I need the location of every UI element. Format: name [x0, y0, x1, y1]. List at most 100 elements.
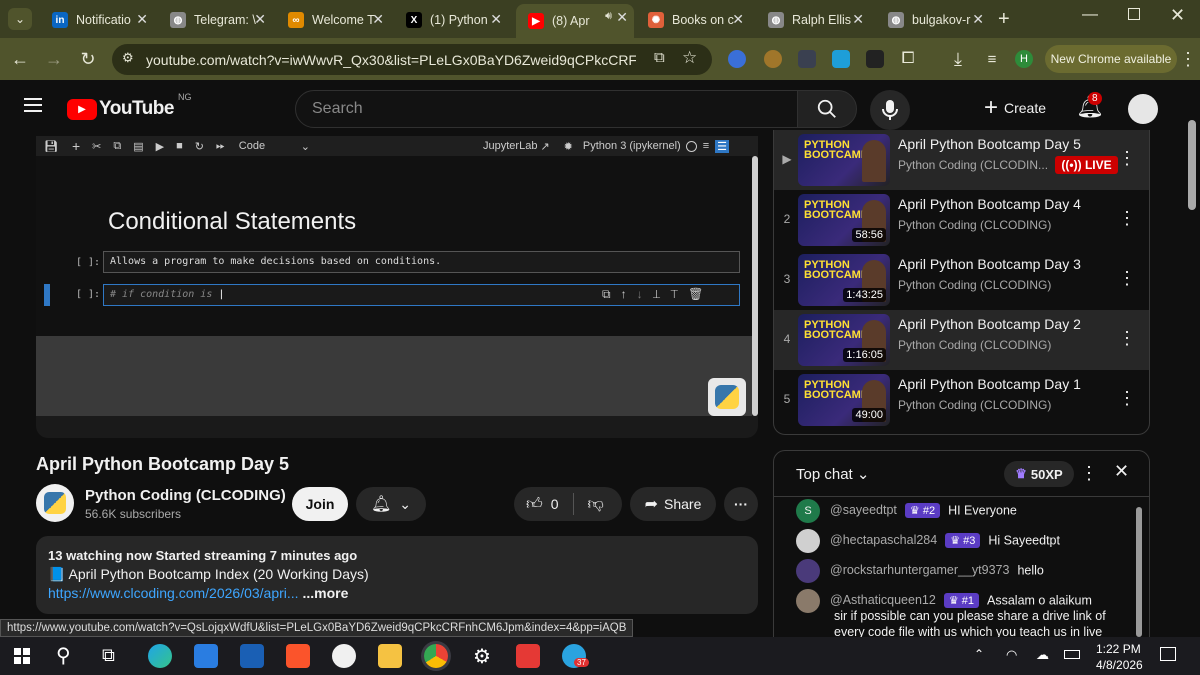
url-text[interactable]: youtube.com/watch?v=iwWwvR_Qx30&list=PLe… — [146, 52, 636, 68]
property-inspector-icon[interactable]: ☰ — [715, 139, 730, 153]
menu-dots-icon[interactable]: ⋮ — [1176, 47, 1200, 71]
windows-start-icon[interactable] — [14, 648, 30, 664]
extension-icon[interactable] — [866, 50, 884, 68]
browser-tab[interactable]: ◍ Telegram: \ ✕ — [158, 6, 272, 34]
video-thumbnail[interactable]: PYTHON BOOTCAMP 1:16:05 — [798, 314, 890, 366]
cell-type-select[interactable]: Code — [239, 140, 299, 152]
item-menu-icon[interactable]: ⋮ — [1118, 328, 1136, 349]
voice-search-button[interactable] — [870, 90, 910, 130]
description-box[interactable]: 13 watching now Started streaming 7 minu… — [36, 536, 758, 614]
playlist-item[interactable]: ▶ PYTHON BOOTCAMP April Python Bootcamp Day… — [774, 130, 1149, 190]
extension-icon[interactable] — [798, 50, 816, 68]
chrome-update-button[interactable]: New Chrome available — [1045, 45, 1177, 73]
chat-avatar[interactable] — [796, 559, 820, 583]
item-menu-icon[interactable]: ⋮ — [1118, 268, 1136, 289]
forward-icon[interactable]: → — [42, 47, 66, 71]
file-explorer-icon[interactable] — [378, 644, 402, 668]
youtube-logo[interactable]: ▶ YouTube NG — [67, 92, 191, 120]
restart-icon[interactable]: ↻ — [195, 140, 204, 153]
search-button[interactable] — [797, 90, 857, 128]
cut-icon[interactable]: ✂ — [92, 140, 101, 153]
paste-icon[interactable]: ▤ — [133, 140, 143, 153]
site-info-icon[interactable]: ⚙ — [122, 50, 134, 66]
video-thumbnail[interactable]: PYTHON BOOTCAMP 1:43:25 — [798, 254, 890, 306]
playlist-item[interactable]: 5 PYTHON BOOTCAMP 49:00 April Python Bootcam… — [774, 370, 1149, 430]
chrome-icon[interactable] — [424, 644, 448, 668]
jupyterlab-link[interactable]: JupyterLab — [483, 140, 537, 152]
search-icon[interactable]: ⚲ — [56, 643, 71, 668]
video-thumbnail[interactable]: PYTHON BOOTCAMP 49:00 — [798, 374, 890, 426]
kernel-name[interactable]: Python 3 (ipykernel) — [583, 140, 681, 152]
chat-avatar[interactable] — [796, 589, 820, 613]
edge-icon[interactable] — [148, 644, 172, 668]
item-menu-icon[interactable]: ⋮ — [1118, 388, 1136, 409]
save-icon[interactable]: 💾︎ — [44, 140, 58, 153]
chat-mode-select[interactable]: Top chat ⌄ — [796, 465, 869, 483]
markdown-cell[interactable]: Allows a program to make decisions based… — [103, 251, 740, 273]
item-menu-icon[interactable]: ⋮ — [1118, 208, 1136, 229]
app-icon[interactable] — [332, 644, 356, 668]
join-button[interactable]: Join — [292, 487, 348, 521]
player-scrollbar[interactable] — [752, 156, 758, 416]
share-button[interactable]: ➦ Share — [630, 487, 716, 521]
chat-scrollbar[interactable] — [1136, 507, 1142, 637]
chat-message[interactable]: S @sayeedtpt ♛ #2 HI Everyone — [796, 499, 1017, 523]
bookmark-star-icon[interactable]: ☆ — [682, 48, 697, 68]
minimize-button[interactable]: — — [1082, 6, 1098, 24]
chat-message[interactable]: @rockstarhuntergamer__yt9373 hello — [796, 559, 1044, 583]
back-icon[interactable]: ← — [8, 47, 32, 71]
video-thumbnail[interactable]: PYTHON BOOTCAMP 58:56 — [798, 194, 890, 246]
speaker-icon[interactable]: 🔊︎ — [605, 10, 612, 23]
extension-icon[interactable] — [764, 50, 782, 68]
account-avatar[interactable] — [1128, 94, 1158, 124]
like-button[interactable]: 👍︎ 0 — [526, 495, 559, 514]
hamburger-menu-icon[interactable] — [24, 98, 42, 112]
dislike-button[interactable]: 👎︎ — [588, 495, 604, 514]
browser-tab[interactable]: ◍ Ralph Ellis ✕ — [756, 6, 870, 34]
bug-icon[interactable]: ✹ — [564, 140, 573, 153]
copy-icon[interactable]: ⧉ — [113, 140, 121, 153]
telegram-icon[interactable]: 37 — [562, 644, 589, 668]
browser-tab[interactable]: ◍ bulgakov-r ✕ — [876, 6, 990, 34]
item-menu-icon[interactable]: ⋮ — [1118, 148, 1136, 169]
new-tab-button[interactable]: + — [998, 8, 1010, 31]
extension-icon[interactable] — [832, 50, 850, 68]
close-tab-icon[interactable]: ✕ — [972, 11, 984, 28]
chevron-down-icon[interactable]: ⌄ — [301, 140, 310, 153]
channel-avatar[interactable] — [36, 484, 74, 522]
xp-badge[interactable]: ♛ 50XP — [1004, 461, 1074, 487]
chat-menu-icon[interactable]: ⋮ — [1080, 463, 1098, 484]
close-tab-icon[interactable]: ✕ — [852, 11, 864, 28]
battery-icon[interactable] — [1064, 650, 1080, 659]
channel-name[interactable]: Python Coding (CLCODING) — [85, 487, 286, 504]
notification-center-icon[interactable] — [1160, 647, 1176, 661]
chat-author[interactable]: @Asthaticqueen12 — [830, 593, 936, 607]
task-view-icon[interactable]: ⧉ — [102, 645, 115, 666]
chat-avatar[interactable] — [796, 529, 820, 553]
delete-cell-icon[interactable]: 🗑︎ — [688, 287, 713, 301]
notifications-button[interactable]: 🔔︎ 8 — [1076, 92, 1104, 120]
playlist-scrollbar[interactable] — [1188, 120, 1196, 210]
profile-avatar[interactable]: H — [1015, 50, 1033, 68]
duplicate-cell-icon[interactable]: ⧉ — [602, 287, 621, 301]
run-icon[interactable]: ▶ — [156, 140, 164, 153]
create-button[interactable]: + Create — [970, 90, 1060, 126]
extensions-puzzle-icon[interactable]: ⧠ — [896, 47, 920, 71]
chat-author[interactable]: @sayeedtpt — [830, 503, 897, 517]
network-icon[interactable]: ◠ — [1006, 647, 1017, 663]
close-tab-icon[interactable]: ✕ — [136, 11, 148, 28]
tab-search-button[interactable]: ⌄ — [8, 8, 32, 30]
address-bar[interactable]: ⚙ youtube.com/watch?v=iwWwvR_Qx30&list=P… — [112, 44, 712, 75]
playlist-item[interactable]: 2 PYTHON BOOTCAMP 58:56 April Python Bootcam… — [774, 190, 1149, 250]
stop-icon[interactable]: ■ — [176, 140, 183, 152]
show-hidden-icons[interactable]: ⌃ — [974, 647, 984, 661]
description-link[interactable]: https://www.clcoding.com/2026/03/apri... — [48, 585, 299, 601]
add-cell-icon[interactable]: + — [72, 138, 80, 154]
search-input[interactable]: Search — [295, 90, 798, 128]
video-player[interactable]: 💾︎ + ✂ ⧉ ▤ ▶ ■ ↻ ⏩︎ Code ⌄ JupyterLab ↗ … — [36, 136, 758, 438]
playlist-item[interactable]: 4 PYTHON BOOTCAMP 1:16:05 April Python Bootc… — [774, 310, 1149, 370]
browser-tab[interactable]: in Notificatio ✕ — [40, 6, 154, 34]
volume-icon[interactable]: ☁ — [1036, 647, 1049, 663]
more-actions-button[interactable]: ··· — [724, 487, 758, 521]
download-icon[interactable]: ⤓ — [946, 47, 970, 71]
